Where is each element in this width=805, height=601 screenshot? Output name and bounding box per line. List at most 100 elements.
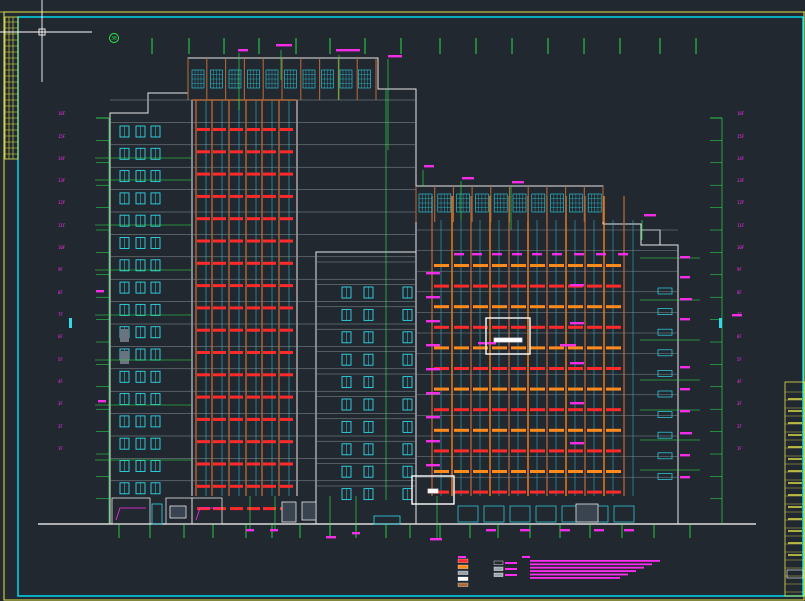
facade-band (197, 217, 210, 221)
note-text-mark (530, 570, 636, 572)
legend-swatch (493, 572, 504, 577)
annotation-tag (680, 476, 690, 479)
facade-band (549, 449, 564, 453)
floor-label: 7F (58, 312, 63, 317)
facade-band (197, 328, 210, 332)
facade-band (587, 490, 602, 494)
facade-band (549, 428, 564, 432)
facade-band (247, 373, 260, 377)
title-block-text (788, 434, 802, 436)
annotation-tag (424, 165, 434, 168)
annotation-tag (426, 392, 440, 395)
window-shaded (120, 329, 129, 342)
facade-band (263, 172, 276, 176)
floor-label: 14F (58, 156, 66, 161)
facade-band (568, 449, 583, 453)
window-grid-left (119, 125, 161, 495)
facade-band (549, 408, 564, 412)
facade-band (549, 284, 564, 288)
facade-band (213, 395, 226, 399)
facade-band (606, 284, 621, 288)
facade-band (568, 470, 583, 473)
floor-label: 14F (737, 156, 745, 161)
legend-swatch (457, 558, 469, 563)
annotation-tag (680, 276, 690, 279)
facade-band (454, 387, 469, 391)
title-block-text (788, 506, 802, 508)
facade-band (549, 346, 564, 350)
facade-band (247, 328, 260, 332)
legend-text-mark (505, 574, 517, 576)
facade-band (530, 428, 545, 432)
facade-band (230, 507, 243, 511)
building-outline (109, 57, 679, 524)
facade-band (213, 239, 226, 243)
facade-band (568, 490, 583, 494)
annotation-tag (594, 529, 604, 532)
facade-band (492, 408, 507, 412)
annotation-tag (574, 253, 584, 256)
facade-band (606, 490, 621, 494)
facade-band (197, 239, 210, 243)
facade-band (197, 395, 210, 399)
facade-band (263, 239, 276, 243)
facade-band (530, 346, 545, 350)
floor-lines (96, 99, 722, 500)
facade-band (213, 194, 226, 198)
facade-band (511, 346, 526, 350)
annotation-tag (472, 253, 482, 256)
title-block-text (788, 446, 802, 448)
facade-band (568, 325, 583, 329)
floor-label: 10F (58, 245, 66, 250)
facade-band (213, 128, 226, 131)
facade-band (263, 306, 276, 310)
annotation-tag (680, 388, 690, 391)
facade-band (280, 172, 293, 176)
annotation-tag (680, 256, 690, 259)
floor-labels-left: 16F 15F 14F 13F 12F 11F 10F 9F 8F 7F 6F … (58, 111, 66, 451)
facade-band (263, 395, 276, 399)
facade-band (230, 172, 243, 176)
legend-swatch (493, 560, 504, 565)
facade-band (213, 507, 226, 511)
facade-band (511, 325, 526, 329)
legend (457, 556, 660, 587)
window (657, 390, 673, 398)
storefront (457, 505, 479, 523)
facade-band (197, 128, 210, 131)
annotation-tag (426, 440, 440, 443)
annotation-tag (270, 529, 278, 532)
facade-band (530, 387, 545, 391)
facade-band (263, 284, 276, 288)
facade-band (213, 440, 226, 444)
facade-band (263, 507, 276, 511)
annotation-tag (426, 368, 440, 371)
title-block-text (788, 458, 802, 460)
facade-band (492, 449, 507, 453)
annotation-tag (680, 298, 692, 301)
window (657, 370, 673, 377)
axis-marker-icon: 30 (109, 33, 119, 43)
facade-band (230, 284, 243, 288)
window (657, 431, 673, 439)
annotation-tag (570, 402, 584, 405)
facade-band (280, 261, 293, 265)
facade-band (263, 328, 276, 332)
facade-band (492, 284, 507, 288)
cad-viewport[interactable]: 30 16F 15F 14F 13F 12F 11F 10F 9F 8F 7F … (0, 0, 805, 601)
facade-band (454, 408, 469, 412)
floor-label: 4F (58, 379, 63, 384)
facade-band (230, 239, 243, 243)
facade-band (587, 305, 602, 309)
annotation-tag (326, 536, 336, 539)
facade-band (606, 408, 621, 412)
floor-label: 13F (58, 178, 66, 183)
title-block-text (788, 398, 802, 400)
facade-band (568, 367, 583, 370)
window (657, 308, 673, 315)
title-block (784, 381, 805, 597)
floor-label: 1F (58, 446, 63, 451)
annotation-tag (426, 344, 440, 347)
annotation-tag (512, 181, 524, 184)
window (657, 328, 673, 336)
